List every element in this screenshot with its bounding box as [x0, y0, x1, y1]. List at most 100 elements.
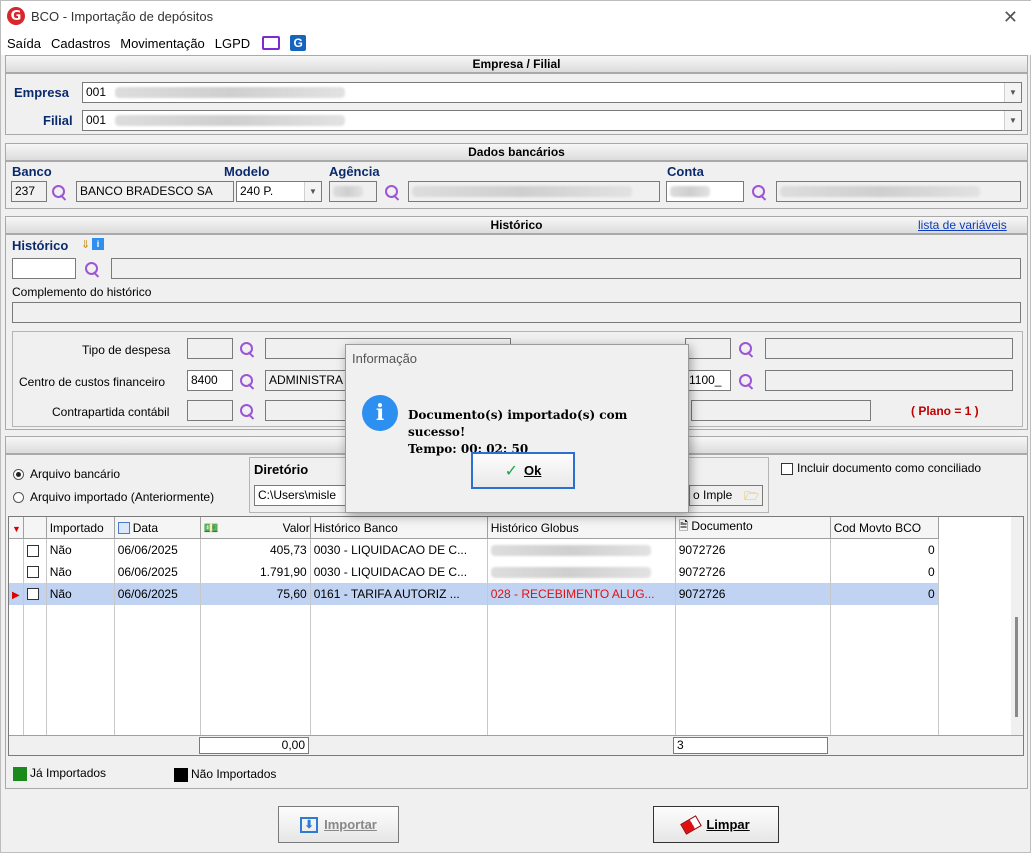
search-icon[interactable] [84, 261, 100, 277]
depositos-grid[interactable]: ▼ Importado Data 💵 Valor Histórico Banco … [8, 516, 1024, 756]
row-checkbox[interactable] [23, 538, 47, 561]
dialog-title: Informação [346, 345, 688, 373]
menu-movimentacao[interactable]: Movimentação [120, 36, 205, 51]
row-indicator [9, 560, 24, 583]
table-row-selected[interactable]: ▶ Não 06/06/2025 75,60 0161 - TARIFA AUT… [9, 582, 939, 605]
conta-field[interactable] [666, 181, 744, 202]
redacted-text [490, 545, 651, 557]
col-historico-globus[interactable]: Histórico Globus [487, 517, 676, 539]
empresa-select[interactable]: 001 ▼ [82, 82, 1022, 103]
close-icon[interactable]: ✕ [1003, 7, 1018, 28]
table-row[interactable]: Não 06/06/2025 1.791,90 0030 - LIQUIDACA… [9, 560, 939, 583]
diretorio-field[interactable]: C:\Users\misle [254, 485, 346, 506]
limpar-button[interactable]: Limpar [653, 806, 779, 843]
limpar-label: Limpar [706, 817, 750, 832]
cell-valor: 75,60 [200, 582, 311, 605]
checkbox-icon[interactable] [781, 462, 793, 475]
chevron-down-icon[interactable]: ▼ [304, 182, 321, 201]
col-documento[interactable]: 🗎 Documento [675, 517, 831, 539]
checkbox-icon[interactable] [26, 544, 39, 557]
modelo-select[interactable]: 240 P. ▼ [236, 181, 322, 202]
title-bar: G BCO - Importação de depósitos ✕ [1, 1, 1031, 31]
folder-open-icon[interactable]: 🗁 [744, 487, 759, 505]
chevron-down-icon[interactable]: ▼ [1004, 111, 1021, 130]
lista-variaveis-link[interactable]: lista de variáveis [918, 218, 1007, 232]
ok-button[interactable]: ✓ Ok [471, 452, 575, 489]
diretorio-label: Diretório [254, 462, 309, 477]
banco-code-field[interactable]: 237 [11, 181, 47, 202]
info-icon[interactable]: i [92, 238, 104, 250]
radio-unchecked-icon[interactable] [13, 492, 24, 504]
checkbox-icon[interactable] [26, 588, 39, 601]
checkbox-icon[interactable] [26, 566, 39, 579]
historico-header: Histórico [5, 216, 1028, 234]
tipo-despesa-field[interactable] [187, 338, 233, 359]
redacted-text [490, 566, 651, 578]
search-icon[interactable] [751, 184, 767, 200]
app-window: G BCO - Importação de depósitos ✕ Saída … [0, 0, 1031, 853]
table-row[interactable]: Não 06/06/2025 405,73 0030 - LIQUIDACAO … [9, 538, 939, 561]
contrapartida-field[interactable] [187, 400, 233, 421]
cell-cod: 0 [830, 582, 939, 605]
scrollbar-thumb[interactable] [1015, 617, 1018, 717]
contrapartida-right-name [691, 400, 871, 421]
cell-documento: 9072726 [675, 560, 831, 583]
dados-bancarios-panel: Banco 237 BANCO BRADESCO SA Modelo 240 P… [5, 161, 1028, 209]
app-logo-icon: G [7, 7, 25, 25]
row-indicator: ▶ [9, 582, 24, 605]
historico-code-field[interactable] [12, 258, 76, 279]
importar-button[interactable]: ⬇ Importar [278, 806, 399, 843]
globus-g-icon[interactable]: G [290, 35, 307, 51]
incluir-conciliado-label: Incluir documento como conciliado [797, 461, 982, 475]
col-data[interactable]: Data [114, 517, 201, 539]
banco-label: Banco [12, 164, 52, 179]
conta-contabil-code-field[interactable]: 1100_ [685, 370, 731, 391]
contrapartida-label: Contrapartida contábil [52, 405, 170, 419]
total-valor: 0,00 [199, 737, 309, 754]
agencia-field[interactable] [329, 181, 377, 202]
filial-select[interactable]: 001 ▼ [82, 110, 1022, 131]
menu-lgpd[interactable]: LGPD [215, 36, 250, 51]
search-icon[interactable] [738, 373, 754, 389]
complemento-field[interactable] [12, 302, 1021, 323]
incluir-conciliado-checkbox[interactable]: Incluir documento como conciliado [781, 461, 981, 475]
table-empty-area [9, 604, 939, 737]
search-icon[interactable] [51, 184, 67, 200]
col-historico-banco[interactable]: Histórico Banco [310, 517, 488, 539]
empresa-code: 001 [86, 85, 107, 99]
search-icon[interactable] [239, 341, 255, 357]
tipo-despesa-label: Tipo de despesa [82, 343, 171, 357]
menu-saida[interactable]: Saída [7, 36, 41, 51]
search-icon[interactable] [738, 341, 754, 357]
radio-arquivo-bancario[interactable]: Arquivo bancário [13, 467, 120, 481]
col-cod-movto[interactable]: Cod Movto BCO [830, 517, 939, 539]
row-checkbox[interactable] [23, 582, 47, 605]
search-icon[interactable] [239, 403, 255, 419]
menu-cadastros[interactable]: Cadastros [51, 36, 110, 51]
redacted-text [412, 186, 632, 198]
scrollbar[interactable] [1011, 517, 1023, 735]
dialog-line1: Documento(s) importado(s) com sucesso! [408, 408, 628, 439]
centro-custos-label: Centro de custos financeiro [19, 375, 166, 389]
col-valor[interactable]: 💵 Valor [200, 517, 311, 539]
monitor-icon[interactable] [262, 36, 281, 50]
search-icon[interactable] [239, 373, 255, 389]
arquivo-field[interactable]: o Imple 🗁 [689, 485, 763, 506]
radio-checked-icon[interactable] [13, 469, 24, 481]
document-icon: 🗎 [678, 519, 689, 533]
chevron-down-icon[interactable]: ▼ [1004, 83, 1021, 102]
cell-cod: 0 [830, 560, 939, 583]
centro-custos-name-field: ADMINISTRA [265, 370, 349, 391]
row-checkbox[interactable] [23, 560, 47, 583]
grid-footer: 0,00 3 [9, 735, 1023, 755]
centro-custos-code-field[interactable]: 8400 [187, 370, 233, 391]
arquivo-text: o Imple [693, 488, 733, 502]
cell-importado: Não [46, 538, 115, 561]
cell-hist-banco: 0030 - LIQUIDACAO DE C... [310, 538, 488, 561]
search-icon[interactable] [384, 184, 400, 200]
col-importado[interactable]: Importado [46, 517, 115, 539]
tipo-right-field[interactable] [685, 338, 731, 359]
calendar-icon [117, 522, 130, 535]
black-square-icon [174, 767, 188, 782]
radio-arquivo-importado[interactable]: Arquivo importado (Anteriormente) [13, 490, 214, 504]
